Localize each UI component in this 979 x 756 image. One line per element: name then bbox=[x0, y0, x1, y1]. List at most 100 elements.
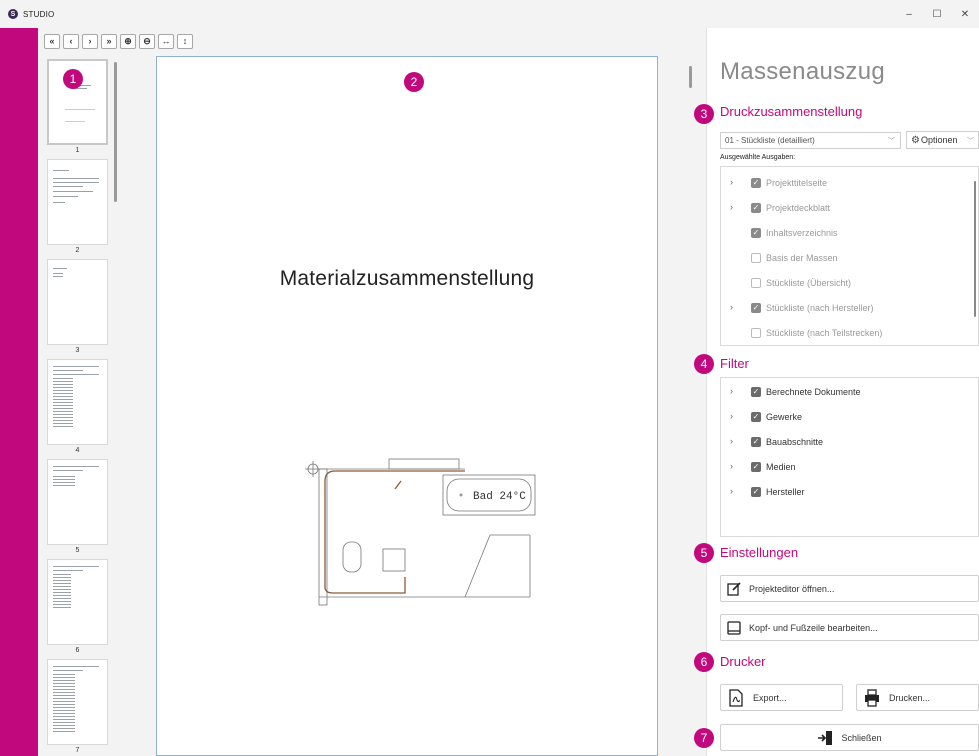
fit-height-button[interactable]: ↕ bbox=[177, 34, 193, 49]
filter-checkbox[interactable]: ✓ bbox=[751, 412, 761, 422]
fit-width-button[interactable]: ↔ bbox=[158, 34, 174, 49]
gear-icon: ⚙ bbox=[911, 134, 920, 146]
filter-label: Hersteller bbox=[766, 487, 805, 497]
next-page-button[interactable]: › bbox=[82, 34, 98, 49]
header-footer-label: Kopf- und Fußzeile bearbeiten... bbox=[749, 622, 878, 633]
options-label: Optionen bbox=[920, 135, 958, 145]
filter-checkbox[interactable]: ✓ bbox=[751, 387, 761, 397]
expand-chevron-icon[interactable]: › bbox=[730, 461, 738, 471]
options-button[interactable]: ⚙ Optionen ﹀ bbox=[906, 131, 979, 149]
filter-checkbox[interactable]: ✓ bbox=[751, 437, 761, 447]
output-checkbox[interactable] bbox=[751, 328, 761, 338]
thumbnail-number: 2 bbox=[75, 247, 80, 254]
print-label: Drucken... bbox=[889, 692, 931, 703]
output-label: Projektdeckblatt bbox=[766, 203, 831, 213]
thumbnail-number: 1 bbox=[75, 147, 80, 154]
minimize-button[interactable]: – bbox=[895, 0, 923, 28]
project-editor-button[interactable]: Projekteditor öffnen... bbox=[720, 575, 979, 602]
output-checkbox[interactable]: ✓ bbox=[751, 178, 761, 188]
composition-preset-select[interactable]: 01 - Stückliste (detailliert) ﹀ bbox=[720, 132, 901, 149]
filter-heading: Filter bbox=[720, 356, 749, 371]
edit-document-icon bbox=[725, 580, 743, 598]
expand-chevron-icon[interactable]: › bbox=[730, 386, 738, 396]
callout-badge-3: 3 bbox=[694, 104, 714, 124]
output-checkbox[interactable] bbox=[751, 278, 761, 288]
export-button[interactable]: Export... bbox=[720, 684, 843, 711]
thumbnail-page-3[interactable] bbox=[47, 259, 108, 345]
output-label: Basis der Massen bbox=[766, 253, 838, 263]
app-window: S STUDIO – ☐ ✕ « ‹ › » ⊕ ⊖ ↔ ↕ 1 2 3 4 5… bbox=[0, 0, 979, 756]
thumbnail-page-2[interactable] bbox=[47, 159, 108, 245]
composition-preset-value: 01 - Stückliste (detailliert) bbox=[725, 136, 815, 145]
page-preview: Materialzusammenstellung Bad 24°C bbox=[156, 56, 658, 756]
callout-badge-1: 1 bbox=[63, 69, 83, 89]
panel-title: Massenauszug bbox=[720, 58, 886, 85]
settings-heading: Einstellungen bbox=[720, 545, 799, 560]
preview-toolbar: « ‹ › » ⊕ ⊖ ↔ ↕ bbox=[44, 34, 193, 50]
outputs-list: › ✓ Projekttitelseite › ✓ Projektdeckbla… bbox=[720, 166, 979, 346]
output-label: Stückliste (Übersicht) bbox=[766, 278, 852, 288]
last-page-button[interactable]: » bbox=[101, 34, 117, 49]
print-button[interactable]: Drucken... bbox=[856, 684, 979, 711]
title-bar: S STUDIO – ☐ ✕ bbox=[0, 0, 979, 28]
output-checkbox[interactable]: ✓ bbox=[751, 203, 761, 213]
outputs-scrollbar[interactable] bbox=[974, 181, 976, 317]
filter-label: Berechnete Dokumente bbox=[766, 387, 861, 397]
room-label: Bad 24°C bbox=[473, 491, 526, 503]
close-window-button[interactable]: ✕ bbox=[951, 0, 979, 28]
chevron-down-icon: ﹀ bbox=[888, 138, 895, 145]
project-editor-label: Projekteditor öffnen... bbox=[749, 583, 835, 594]
callout-badge-5: 5 bbox=[694, 543, 714, 563]
thumbnail-page-7[interactable] bbox=[47, 659, 108, 745]
exit-door-icon bbox=[817, 730, 833, 746]
output-checkbox[interactable]: ✓ bbox=[751, 228, 761, 238]
selected-outputs-label: Ausgewählte Ausgaben: bbox=[720, 154, 796, 161]
callout-badge-7: 7 bbox=[694, 728, 714, 748]
app-title: STUDIO bbox=[23, 9, 55, 19]
expand-chevron-icon[interactable]: › bbox=[730, 177, 738, 187]
expand-chevron-icon[interactable]: › bbox=[730, 202, 738, 212]
thumbnail-number: 7 bbox=[75, 747, 80, 754]
filter-label: Gewerke bbox=[766, 412, 803, 422]
first-page-button[interactable]: « bbox=[44, 34, 60, 49]
print-composition-heading: Druckzusammenstellung bbox=[720, 104, 863, 119]
page-title: Materialzusammenstellung bbox=[279, 267, 535, 290]
thumbnail-page-5[interactable] bbox=[47, 459, 108, 545]
output-label: Projekttitelseite bbox=[766, 178, 828, 188]
filter-checkbox[interactable]: ✓ bbox=[751, 462, 761, 472]
maximize-button[interactable]: ☐ bbox=[923, 0, 951, 28]
chevron-down-icon: ﹀ bbox=[967, 138, 974, 145]
accent-stripe bbox=[0, 28, 38, 756]
floorplan-drawing: Bad 24°C bbox=[305, 458, 536, 606]
expand-chevron-icon[interactable]: › bbox=[730, 436, 738, 446]
filter-list: › ✓ Berechnete Dokumente › ✓ Gewerke › ✓… bbox=[720, 377, 979, 537]
thumbnail-number: 4 bbox=[75, 447, 80, 454]
expand-chevron-icon[interactable]: › bbox=[730, 302, 738, 312]
thumbnail-page-6[interactable] bbox=[47, 559, 108, 645]
output-checkbox[interactable]: ✓ bbox=[751, 303, 761, 313]
thumbnail-scrollbar[interactable] bbox=[114, 62, 117, 202]
thumbnail-page-4[interactable] bbox=[47, 359, 108, 445]
prev-page-button[interactable]: ‹ bbox=[63, 34, 79, 49]
callout-badge-4: 4 bbox=[694, 354, 714, 374]
export-label: Export... bbox=[753, 692, 787, 703]
thumbnail-number: 5 bbox=[75, 547, 80, 554]
pdf-icon bbox=[725, 687, 747, 709]
header-footer-button[interactable]: Kopf- und Fußzeile bearbeiten... bbox=[720, 614, 979, 641]
output-label: Stückliste (nach Teilstrecken) bbox=[766, 328, 883, 338]
zoom-out-button[interactable]: ⊖ bbox=[139, 34, 155, 49]
page-layout-icon bbox=[725, 619, 743, 637]
close-button[interactable]: Schließen bbox=[720, 724, 979, 751]
filter-label: Bauabschnitte bbox=[766, 437, 824, 447]
expand-chevron-icon[interactable]: › bbox=[730, 411, 738, 421]
filter-checkbox[interactable]: ✓ bbox=[751, 487, 761, 497]
callout-badge-2: 2 bbox=[404, 72, 424, 92]
output-label: Stückliste (nach Hersteller) bbox=[766, 303, 874, 313]
preview-scrollbar[interactable] bbox=[689, 66, 692, 88]
filter-label: Medien bbox=[766, 462, 796, 472]
expand-chevron-icon[interactable]: › bbox=[730, 486, 738, 496]
thumbnail-number: 6 bbox=[75, 647, 80, 654]
zoom-in-button[interactable]: ⊕ bbox=[120, 34, 136, 49]
close-label: Schließen bbox=[841, 732, 882, 743]
output-checkbox[interactable] bbox=[751, 253, 761, 263]
